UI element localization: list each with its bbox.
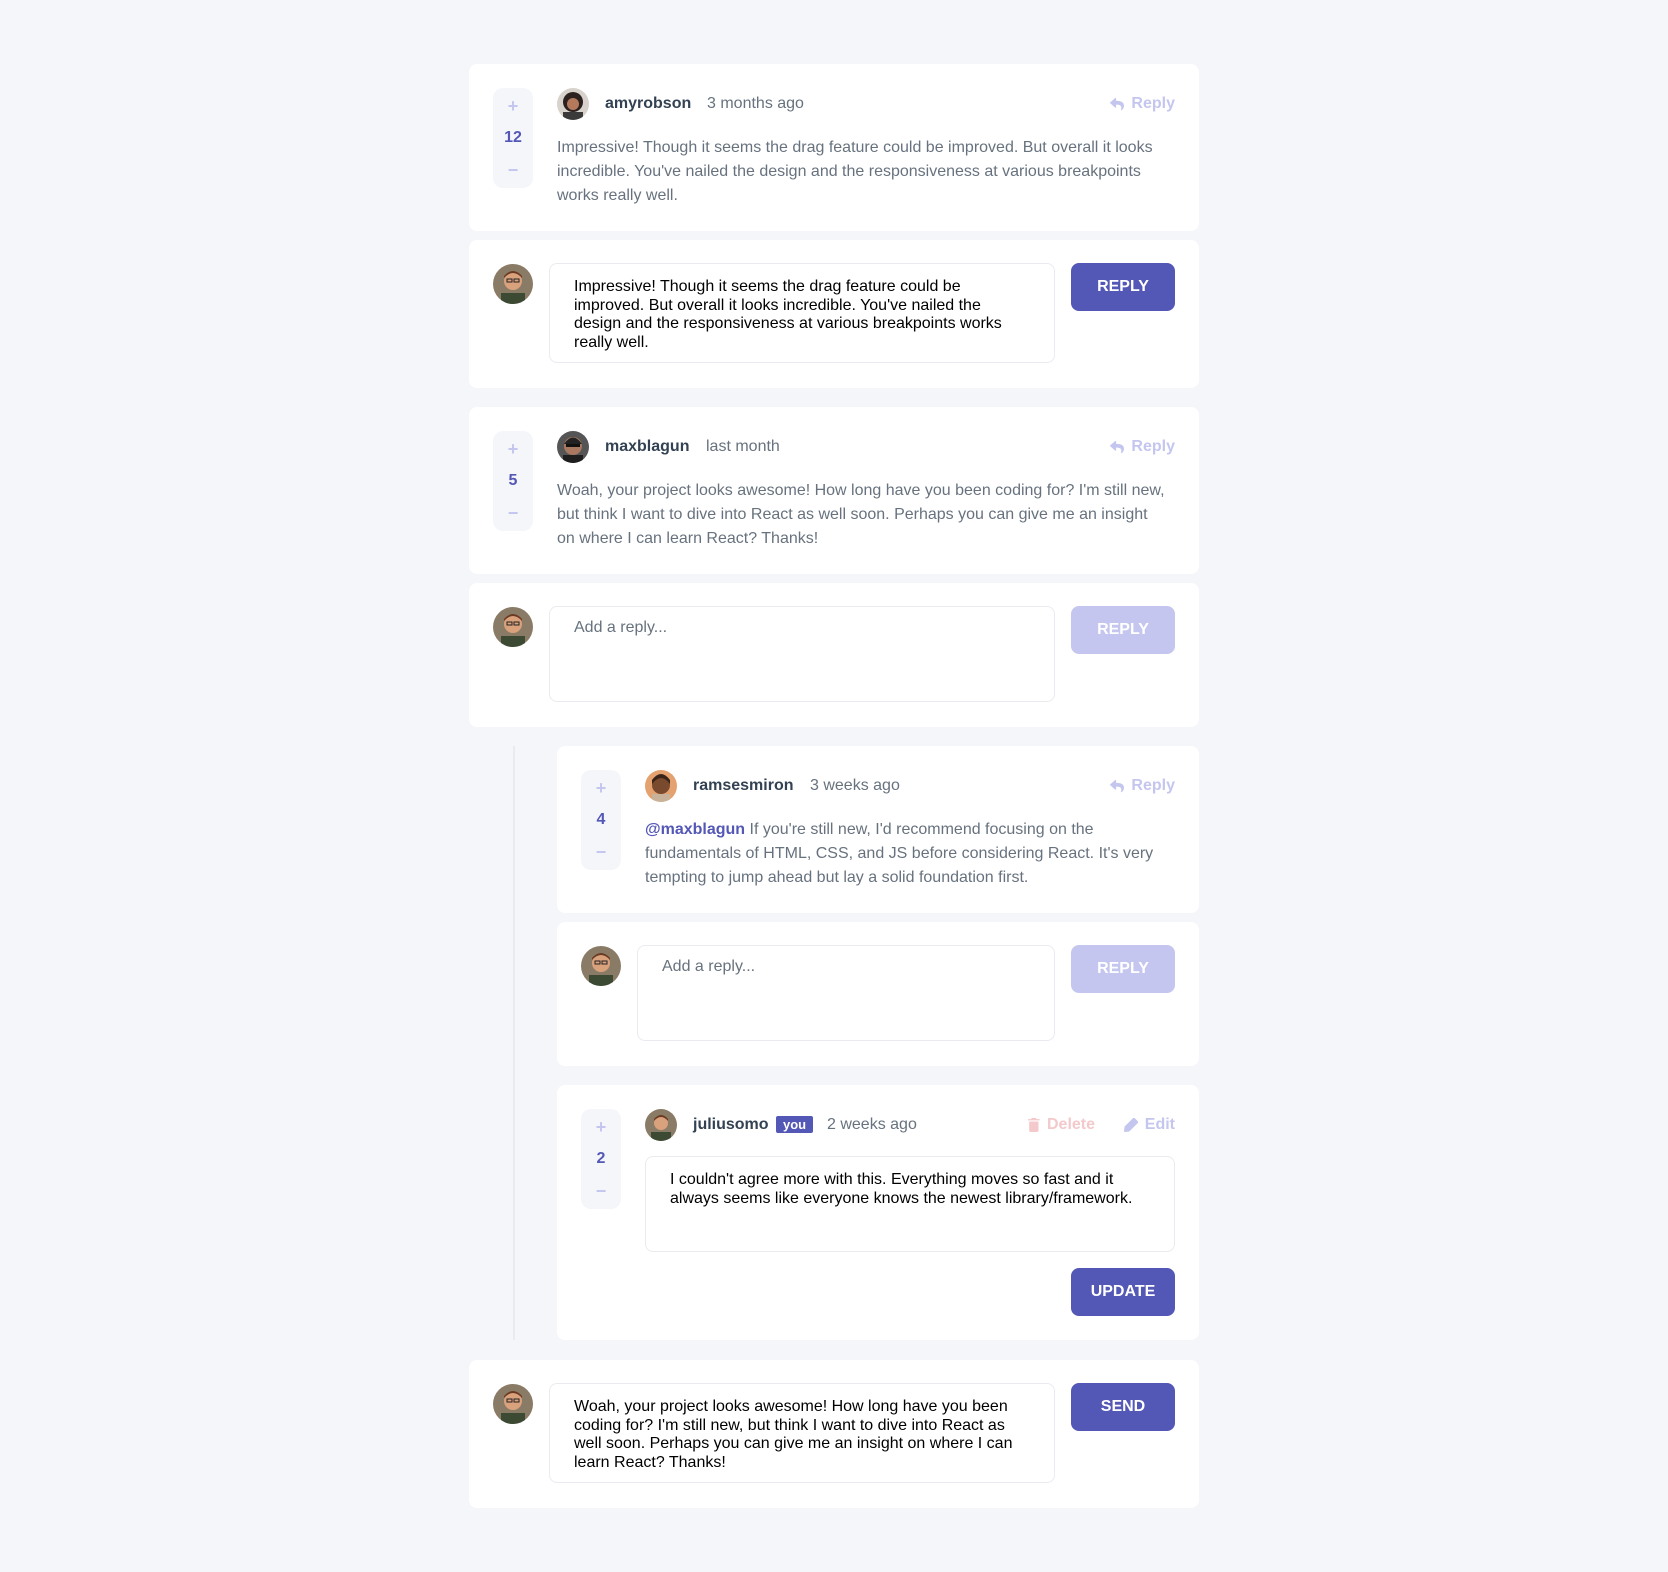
- new-comment-form: Woah, your project looks awesome! How lo…: [469, 1360, 1199, 1508]
- comment-card: + 12 − amyrobson 3 months ago Reply Impr…: [469, 64, 1199, 231]
- username[interactable]: ramsesmiron: [693, 777, 794, 795]
- upvote-button[interactable]: +: [596, 778, 607, 798]
- reply-icon: [1110, 440, 1125, 453]
- avatar: [557, 88, 589, 120]
- reply-button[interactable]: Reply: [1110, 438, 1175, 456]
- downvote-button[interactable]: −: [596, 842, 607, 862]
- update-button[interactable]: UPDATE: [1071, 1268, 1175, 1316]
- score: 5: [508, 472, 518, 489]
- reply-form: Impressive! Though it seems the drag fea…: [469, 240, 1199, 388]
- reply-textarea[interactable]: Add a reply...: [549, 606, 1055, 702]
- vote-control: + 5 −: [493, 431, 533, 531]
- vote-control: + 12 −: [493, 88, 533, 188]
- upvote-button[interactable]: +: [508, 96, 519, 116]
- timestamp: 3 months ago: [707, 95, 804, 112]
- downvote-button[interactable]: −: [508, 503, 519, 523]
- downvote-button[interactable]: −: [596, 1181, 607, 1201]
- delete-button[interactable]: Delete: [1028, 1116, 1095, 1134]
- score: 4: [596, 811, 606, 828]
- reply-card: + 2 − juliusomo you 2 weeks ago Delete E…: [557, 1085, 1199, 1340]
- avatar: [645, 770, 677, 802]
- avatar: [645, 1109, 677, 1141]
- reply-text: @maxblagun If you're still new, I'd reco…: [645, 818, 1175, 890]
- upvote-button[interactable]: +: [508, 439, 519, 459]
- vote-control: + 4 −: [581, 770, 621, 870]
- trash-icon: [1028, 1118, 1040, 1132]
- reply-button[interactable]: Reply: [1110, 777, 1175, 795]
- score: 12: [504, 129, 522, 146]
- reply-submit-button[interactable]: REPLY: [1071, 606, 1175, 654]
- reply-submit-button[interactable]: REPLY: [1071, 263, 1175, 311]
- reply-card: + 4 − ramsesmiron 3 weeks ago Reply @max…: [557, 746, 1199, 913]
- avatar: [557, 431, 589, 463]
- timestamp: 2 weeks ago: [827, 1116, 917, 1133]
- current-user-avatar: [493, 607, 533, 647]
- reply-label: Reply: [1131, 95, 1175, 112]
- you-badge: you: [776, 1116, 814, 1133]
- reply-label: Reply: [1131, 777, 1175, 794]
- comment-text: Impressive! Though it seems the drag fea…: [557, 139, 1153, 204]
- reply-textarea[interactable]: Add a reply...: [637, 945, 1055, 1041]
- downvote-button[interactable]: −: [508, 160, 519, 180]
- delete-label: Delete: [1047, 1116, 1096, 1133]
- edit-textarea[interactable]: I couldn't agree more with this. Everyth…: [645, 1156, 1175, 1252]
- username[interactable]: amyrobson: [605, 95, 691, 113]
- edit-label: Edit: [1144, 1116, 1175, 1133]
- upvote-button[interactable]: +: [596, 1117, 607, 1137]
- reply-form: Add a reply... REPLY: [469, 583, 1199, 727]
- vote-control: + 2 −: [581, 1109, 621, 1209]
- reply-form: Add a reply... REPLY: [557, 922, 1199, 1066]
- timestamp: last month: [706, 438, 780, 455]
- comment-text: Woah, your project looks awesome! How lo…: [557, 482, 1165, 547]
- new-comment-textarea[interactable]: Woah, your project looks awesome! How lo…: [549, 1383, 1055, 1483]
- pencil-icon: [1123, 1118, 1138, 1132]
- current-user-avatar: [493, 1384, 533, 1424]
- current-user-avatar: [581, 946, 621, 986]
- reply-label: Reply: [1131, 438, 1175, 455]
- score: 2: [596, 1150, 606, 1167]
- comment-card: + 5 − maxblagun last month Reply Woah, y…: [469, 407, 1199, 574]
- username[interactable]: maxblagun: [605, 438, 689, 456]
- reply-icon: [1110, 97, 1125, 110]
- reply-icon: [1110, 779, 1125, 792]
- reply-textarea[interactable]: Impressive! Though it seems the drag fea…: [549, 263, 1055, 363]
- send-button[interactable]: SEND: [1071, 1383, 1175, 1431]
- reply-button[interactable]: Reply: [1110, 95, 1175, 113]
- mention-link[interactable]: @maxblagun: [645, 821, 745, 838]
- timestamp: 3 weeks ago: [810, 777, 900, 794]
- reply-submit-button[interactable]: REPLY: [1071, 945, 1175, 993]
- current-user-avatar: [493, 264, 533, 304]
- edit-button[interactable]: Edit: [1123, 1116, 1175, 1134]
- username[interactable]: juliusomo: [693, 1116, 769, 1134]
- thread-line: [513, 746, 515, 1340]
